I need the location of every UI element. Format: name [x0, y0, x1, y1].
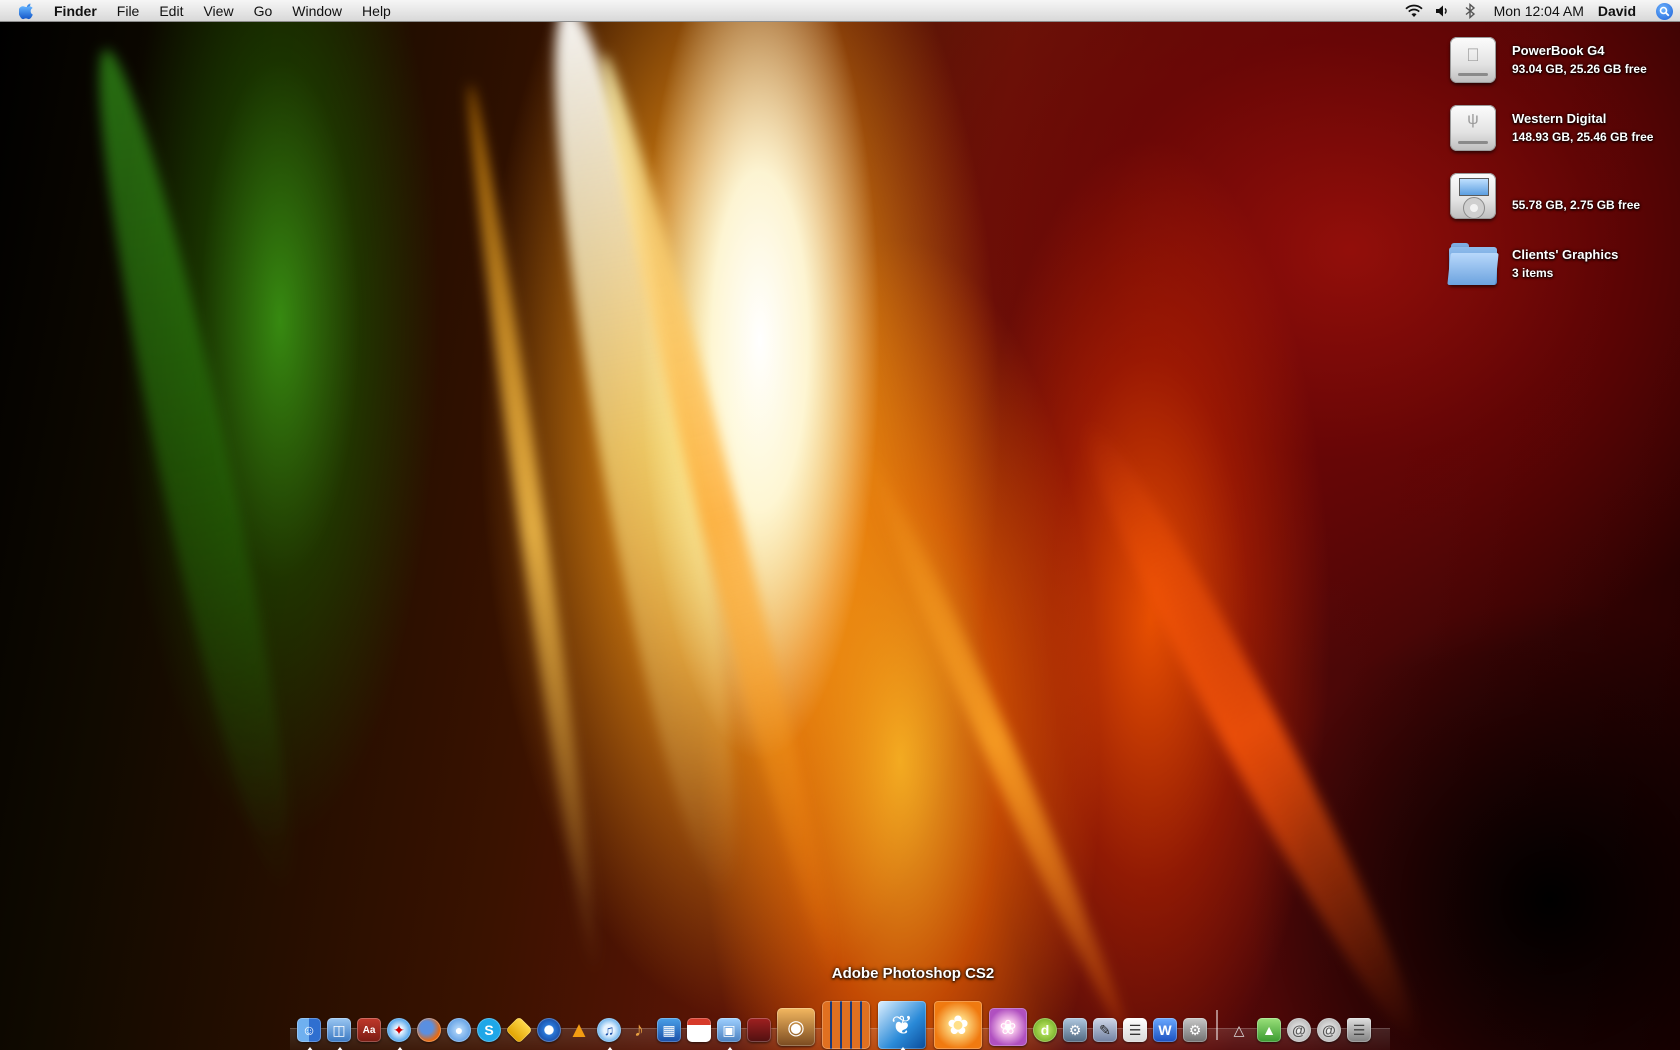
folder-icon: [1446, 237, 1500, 291]
dictionary-icon: Aa: [357, 1018, 381, 1042]
menu-view[interactable]: View: [193, 0, 243, 22]
dock-item-word[interactable]: W: [1150, 1010, 1180, 1050]
dock-item-photo-booth[interactable]: [744, 1010, 774, 1050]
dock-item-indesign[interactable]: ❀: [986, 1004, 1030, 1050]
menu-window[interactable]: Window: [282, 0, 352, 22]
dock-item-automator[interactable]: ⚙: [1060, 1010, 1090, 1050]
dock-item-image-capture[interactable]: ◉: [774, 1004, 818, 1050]
dock-item-garageband[interactable]: ♪: [624, 1010, 654, 1050]
dock-item-firefox[interactable]: [414, 1010, 444, 1050]
dock-item-quicktime[interactable]: [534, 1010, 564, 1050]
desktop-icon-clients-graphics[interactable]: Clients' Graphics 3 items: [1446, 236, 1676, 292]
document-icon: ☰: [1123, 1018, 1147, 1042]
dock-item-textedit[interactable]: ☰: [1120, 1010, 1150, 1050]
dock-item-finder[interactable]: ☺: [294, 1010, 324, 1050]
desktop-icon-title: Western Digital: [1512, 111, 1607, 126]
guitar-icon: ♪: [634, 1018, 644, 1041]
dock-item-skype[interactable]: S: [474, 1010, 504, 1050]
dock-item-imovie[interactable]: ▦: [654, 1010, 684, 1050]
clapper-icon: ▦: [657, 1018, 681, 1042]
dock-item-script-editor[interactable]: ✎: [1090, 1010, 1120, 1050]
dock-item-mail-stack-1[interactable]: @: [1284, 1010, 1314, 1050]
dock-item-pictures-stack[interactable]: ▲: [1254, 1010, 1284, 1050]
desktop-icon-title: Clients' Graphics: [1512, 247, 1619, 262]
dock-item-adobe-photoshop-cs2[interactable]: ❦: [874, 1000, 930, 1050]
dock-item-app-warning[interactable]: [504, 1010, 534, 1050]
dock-item-dictionary[interactable]: Aa: [354, 1010, 384, 1050]
preview-icon: ◫: [327, 1018, 351, 1042]
menu-finder[interactable]: Finder: [54, 0, 107, 22]
quicktime-icon: [537, 1018, 561, 1042]
apple-logo-icon[interactable]: [0, 0, 54, 22]
butterfly-icon: ❀: [989, 1008, 1027, 1046]
desktop-icon-title: PowerBook G4: [1512, 43, 1605, 58]
at-sign-icon: @: [1287, 1018, 1311, 1042]
menu-go[interactable]: Go: [244, 0, 283, 22]
music-note-icon: ♫: [597, 1018, 621, 1042]
desktop-icon-subtitle: 93.04 GB, 25.26 GB free: [1512, 62, 1647, 76]
photo-icon: ▣: [717, 1018, 741, 1042]
skype-icon: S: [477, 1018, 501, 1042]
dock: ☺ ◫ Aa ✦ ● S ▲ ♫ ♪ ▦ ▣ ◉ ❦ ✿ ❀ d ⚙ ✎ ☰ W…: [294, 1000, 1384, 1050]
dock-item-mail-stack-2[interactable]: @: [1314, 1010, 1344, 1050]
vlc-cone-icon: ▲: [568, 1017, 590, 1042]
dock-item-illustrator[interactable]: ✿: [930, 1000, 986, 1050]
volume-icon[interactable]: [1428, 0, 1456, 22]
desktop-icon-western-digital[interactable]: ψ Western Digital 148.93 GB, 25.46 GB fr…: [1446, 100, 1676, 156]
firefox-icon: [417, 1018, 441, 1042]
dock-item-itunes[interactable]: ♫: [594, 1010, 624, 1050]
dock-item-preview[interactable]: ◫: [324, 1010, 354, 1050]
at-sign-icon: @: [1317, 1018, 1341, 1042]
wifi-icon[interactable]: [1400, 0, 1428, 22]
dreamweaver-icon: d: [1033, 1018, 1057, 1042]
spaces-grid-icon: [822, 1001, 870, 1049]
menu-edit[interactable]: Edit: [149, 0, 193, 22]
desktop-icon-subtitle: 55.78 GB, 2.75 GB free: [1512, 198, 1641, 212]
spotlight-icon[interactable]: [1648, 0, 1680, 22]
dock-item-dreamweaver[interactable]: d: [1030, 1010, 1060, 1050]
finder-icon: ☺: [297, 1018, 321, 1042]
internal-drive-icon: : [1446, 33, 1500, 87]
robot-icon: ⚙: [1183, 1018, 1207, 1042]
illustrator-flower-icon: ✿: [934, 1001, 982, 1049]
trash-icon: ☰: [1347, 1018, 1371, 1042]
photoshop-feather-icon: ❦: [878, 1001, 926, 1049]
dock-item-safari[interactable]: ✦: [384, 1010, 414, 1050]
menu-help[interactable]: Help: [352, 0, 401, 22]
safari-compass-icon: ✦: [387, 1018, 411, 1042]
pictures-stack-icon: ▲: [1257, 1018, 1281, 1042]
desktop-icon-subtitle: 148.93 GB, 25.46 GB free: [1512, 130, 1654, 144]
calendar-icon: [687, 1018, 711, 1042]
dock-item-iphoto[interactable]: ▣: [714, 1010, 744, 1050]
usb-drive-icon: ψ: [1446, 101, 1500, 155]
bluetooth-icon[interactable]: [1456, 0, 1484, 22]
menu-file[interactable]: File: [107, 0, 150, 22]
desktop-icon-subtitle: 3 items: [1512, 266, 1554, 280]
applications-stack-icon: △: [1233, 1021, 1245, 1038]
dock-item-ichat[interactable]: ●: [444, 1010, 474, 1050]
menu-bar: Finder File Edit View Go Window Help Mon…: [0, 0, 1680, 22]
dock-item-system-preferences[interactable]: ⚙: [1180, 1010, 1210, 1050]
automator-icon: ⚙: [1063, 1018, 1087, 1042]
user-menu[interactable]: David: [1594, 0, 1648, 22]
dock-item-applications-stack[interactable]: △: [1224, 1010, 1254, 1050]
menu-clock[interactable]: Mon 12:04 AM: [1484, 0, 1594, 22]
chat-bubble-icon: ●: [447, 1018, 471, 1042]
dock-item-trash[interactable]: ☰: [1344, 1010, 1374, 1050]
desktop-icon-ipod[interactable]: 55.78 GB, 2.75 GB free: [1446, 168, 1676, 224]
desktop-wallpaper: [0, 0, 1680, 1050]
dock-item-vlc[interactable]: ▲: [564, 1010, 594, 1050]
dock-item-front-row[interactable]: [818, 1000, 874, 1050]
desktop-icon-powerbook-g4[interactable]:  PowerBook G4 93.04 GB, 25.26 GB free: [1446, 32, 1676, 88]
dock-separator: [1216, 1010, 1218, 1040]
dock-tooltip: Adobe Photoshop CS2: [831, 965, 995, 982]
ipod-icon: [1446, 169, 1500, 223]
road-sign-icon: [505, 1016, 533, 1044]
photo-booth-icon: [747, 1018, 771, 1042]
word-icon: W: [1153, 1018, 1177, 1042]
dock-item-ical[interactable]: [684, 1010, 714, 1050]
camera-icon: ◉: [777, 1008, 815, 1046]
pen-icon: ✎: [1093, 1018, 1117, 1042]
